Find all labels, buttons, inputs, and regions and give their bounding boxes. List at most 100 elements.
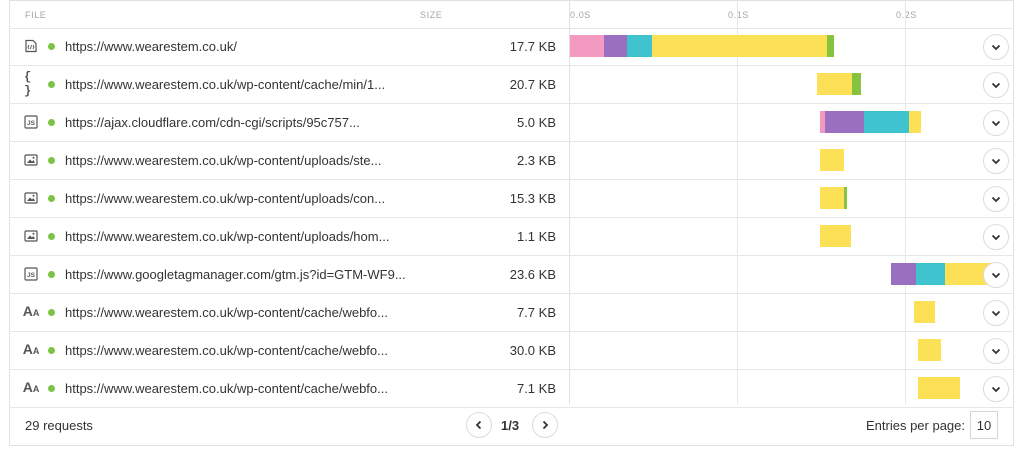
timing-bar[interactable] bbox=[917, 377, 960, 399]
chevron-down-icon bbox=[991, 234, 1001, 241]
timing-segment-receive bbox=[852, 73, 861, 95]
chevron-down-icon bbox=[991, 348, 1001, 355]
next-page-button[interactable] bbox=[532, 412, 558, 438]
request-url[interactable]: https://www.wearestem.co.uk/wp-content/c… bbox=[65, 343, 388, 358]
request-size: 15.3 KB bbox=[509, 191, 556, 206]
timing-segment-receive bbox=[827, 35, 834, 57]
timing-segment-dns bbox=[890, 263, 917, 285]
request-size: 30.0 KB bbox=[509, 343, 556, 358]
table-header: FILE SIZE 0.0s 0.1s 0.2s bbox=[10, 1, 1013, 29]
prev-page-button[interactable] bbox=[466, 412, 492, 438]
timing-segment-dns bbox=[603, 35, 628, 57]
request-url[interactable]: https://www.wearestem.co.uk/wp-content/u… bbox=[65, 153, 381, 168]
request-size: 7.1 KB bbox=[516, 381, 556, 396]
timing-bar[interactable] bbox=[890, 263, 992, 285]
timing-bar[interactable] bbox=[570, 35, 834, 57]
request-url[interactable]: https://www.wearestem.co.uk/wp-content/u… bbox=[65, 229, 389, 244]
timing-segment-connect bbox=[916, 263, 945, 285]
request-size: 20.7 KB bbox=[509, 77, 556, 92]
timing-bar[interactable] bbox=[820, 225, 851, 247]
chevron-down-icon bbox=[991, 310, 1001, 317]
request-row[interactable]: { } https://www.wearestem.co.uk/wp-conten… bbox=[10, 66, 1013, 104]
status-dot bbox=[48, 81, 55, 88]
request-row[interactable]: JS https://www.googletagmanager.com/gtm.j… bbox=[10, 256, 1013, 294]
expand-row-button[interactable] bbox=[983, 34, 1009, 60]
image-file-icon bbox=[24, 191, 38, 205]
chevron-down-icon bbox=[991, 196, 1001, 203]
expand-row-button[interactable] bbox=[983, 224, 1009, 250]
expand-row-button[interactable] bbox=[983, 110, 1009, 136]
request-url[interactable]: https://www.wearestem.co.uk/wp-content/c… bbox=[65, 381, 388, 396]
timing-segment-wait bbox=[816, 73, 853, 95]
timing-segment-connect bbox=[863, 111, 910, 133]
request-size: 17.7 KB bbox=[509, 39, 556, 54]
expand-row-button[interactable] bbox=[983, 338, 1009, 364]
timing-segment-blocking bbox=[570, 35, 604, 57]
expand-row-button[interactable] bbox=[983, 262, 1009, 288]
expand-row-button[interactable] bbox=[983, 376, 1009, 402]
timing-segment-wait bbox=[652, 35, 828, 57]
timing-bar[interactable] bbox=[820, 187, 848, 209]
timing-segment-receive bbox=[843, 187, 848, 209]
request-row[interactable]: AA https://www.wearestem.co.uk/wp-content… bbox=[10, 370, 1013, 408]
status-dot bbox=[48, 309, 55, 316]
request-url[interactable]: https://www.wearestem.co.uk/wp-content/c… bbox=[65, 77, 385, 92]
expand-row-button[interactable] bbox=[983, 186, 1009, 212]
status-dot bbox=[48, 233, 55, 240]
request-row[interactable]: https://www.wearestem.co.uk/wp-content/u… bbox=[10, 180, 1013, 218]
request-url[interactable]: https://www.wearestem.co.uk/wp-content/u… bbox=[65, 191, 385, 206]
timeline-tick-1: 0.1s bbox=[728, 10, 749, 20]
request-url[interactable]: https://www.googletagmanager.com/gtm.js?… bbox=[65, 267, 406, 282]
request-size: 5.0 KB bbox=[516, 115, 556, 130]
js-file-icon: JS bbox=[24, 115, 38, 129]
timing-bar[interactable] bbox=[914, 301, 935, 323]
request-url[interactable]: https://www.wearestem.co.uk/ bbox=[65, 39, 237, 54]
chevron-down-icon bbox=[991, 44, 1001, 51]
timing-segment-wait bbox=[820, 225, 851, 247]
expand-row-button[interactable] bbox=[983, 148, 1009, 174]
request-size: 1.1 KB bbox=[516, 229, 556, 244]
svg-text:JS: JS bbox=[27, 272, 36, 279]
font-file-icon: AA bbox=[22, 341, 40, 357]
request-url[interactable]: https://www.wearestem.co.uk/wp-content/c… bbox=[65, 305, 388, 320]
request-row[interactable]: https://www.wearestem.co.uk/wp-content/u… bbox=[10, 142, 1013, 180]
waterfall-panel: FILE SIZE 0.0s 0.1s 0.2s https://www.wea… bbox=[9, 0, 1014, 446]
expand-row-button[interactable] bbox=[983, 72, 1009, 98]
chevron-down-icon bbox=[991, 272, 1001, 279]
timing-bar[interactable] bbox=[820, 111, 922, 133]
request-row[interactable]: AA https://www.wearestem.co.uk/wp-content… bbox=[10, 332, 1013, 370]
timing-bar[interactable] bbox=[917, 339, 942, 361]
page-indicator: 1/3 bbox=[501, 418, 520, 433]
request-count: 29 requests bbox=[25, 418, 93, 433]
timing-segment-dns bbox=[825, 111, 864, 133]
image-file-icon bbox=[24, 229, 38, 243]
request-row[interactable]: JS https://ajax.cloudflare.com/cdn-cgi/sc… bbox=[10, 104, 1013, 142]
request-row[interactable]: https://www.wearestem.co.uk/17.7 KB bbox=[10, 28, 1013, 66]
request-size: 2.3 KB bbox=[516, 153, 556, 168]
status-dot bbox=[48, 195, 55, 202]
timing-bar[interactable] bbox=[816, 73, 861, 95]
timing-segment-connect bbox=[627, 35, 653, 57]
html-file-icon bbox=[24, 39, 38, 53]
timing-segment-wait bbox=[909, 111, 922, 133]
chevron-down-icon bbox=[991, 158, 1001, 165]
timing-bar[interactable] bbox=[820, 149, 844, 171]
chevron-down-icon bbox=[991, 386, 1001, 393]
status-dot bbox=[48, 119, 55, 126]
timing-segment-wait bbox=[820, 187, 844, 209]
font-file-icon: AA bbox=[22, 303, 40, 319]
image-file-icon bbox=[24, 153, 38, 167]
timeline-tick-0: 0.0s bbox=[570, 10, 591, 20]
request-size: 23.6 KB bbox=[509, 267, 556, 282]
timing-segment-wait bbox=[914, 301, 935, 323]
expand-row-button[interactable] bbox=[983, 300, 1009, 326]
entries-per-page-input[interactable]: 10 bbox=[970, 411, 998, 439]
svg-text:JS: JS bbox=[27, 120, 36, 127]
chevron-left-icon bbox=[475, 420, 482, 430]
request-url[interactable]: https://ajax.cloudflare.com/cdn-cgi/scri… bbox=[65, 115, 360, 130]
chevron-right-icon bbox=[542, 420, 549, 430]
request-row[interactable]: https://www.wearestem.co.uk/wp-content/u… bbox=[10, 218, 1013, 256]
entries-per-page-label: Entries per page: bbox=[866, 418, 966, 433]
file-column-header: FILE bbox=[25, 10, 47, 20]
request-row[interactable]: AA https://www.wearestem.co.uk/wp-content… bbox=[10, 294, 1013, 332]
